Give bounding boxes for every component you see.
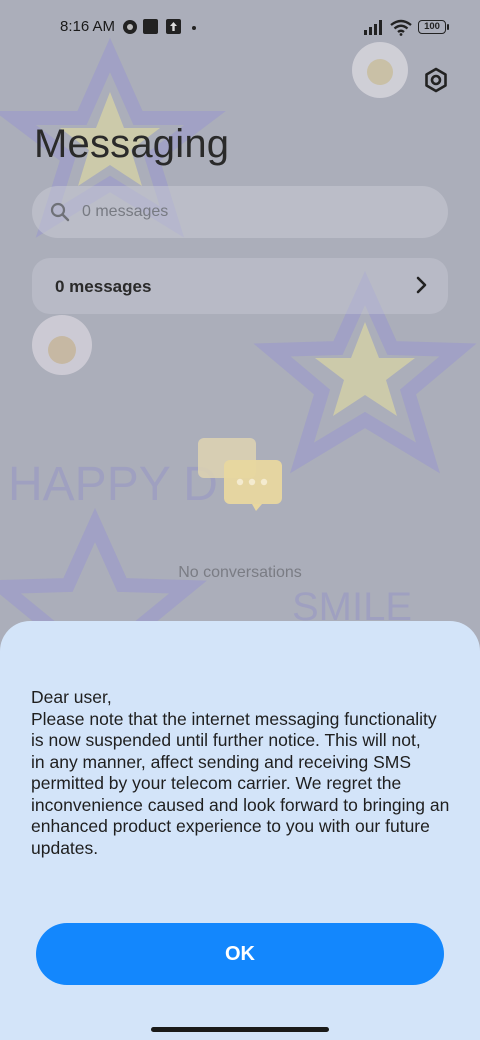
page-title: Messaging <box>34 122 230 166</box>
notice-line: inconvenience caused and look forward to… <box>31 794 450 815</box>
square-notification-icon <box>143 19 158 34</box>
more-notifications-icon <box>192 26 196 30</box>
empty-conversations-icon <box>198 438 282 511</box>
notice-line: Please note that the internet messaging … <box>31 708 437 729</box>
notice-line: Dear user, <box>31 687 112 707</box>
search-bar[interactable]: 0 messages <box>32 186 448 238</box>
messages-summary-row[interactable]: 0 messages <box>32 258 448 314</box>
ok-button[interactable]: OK <box>36 923 444 985</box>
notice-line: updates. <box>31 837 99 858</box>
search-placeholder: 0 messages <box>82 203 169 220</box>
settings-gear-icon[interactable] <box>422 66 450 94</box>
signal-icon <box>364 20 382 35</box>
upload-notification-icon <box>166 19 181 34</box>
status-time: 8:16 AM <box>60 18 116 35</box>
notice-line: enhanced product experience to you with … <box>31 816 430 836</box>
empty-state-text: No conversations <box>178 564 302 581</box>
status-bar: 8:16 AM 100 <box>0 0 480 56</box>
battery-icon: 100 <box>418 20 446 34</box>
messages-summary-label: 0 messages <box>55 277 152 296</box>
notice-line: permitted by your telecom carrier. We re… <box>31 773 402 793</box>
wifi-icon <box>390 19 412 36</box>
search-icon <box>50 202 70 222</box>
notice-message: Dear user, Please note that the internet… <box>31 687 463 859</box>
battery-tip <box>447 24 449 30</box>
notice-line: in any manner, affect sending and receiv… <box>31 751 412 772</box>
app-notification-icon <box>123 20 137 34</box>
notice-line: is now suspended until further notice. T… <box>31 730 421 750</box>
chevron-right-icon <box>416 276 427 294</box>
home-indicator[interactable] <box>151 1027 329 1032</box>
